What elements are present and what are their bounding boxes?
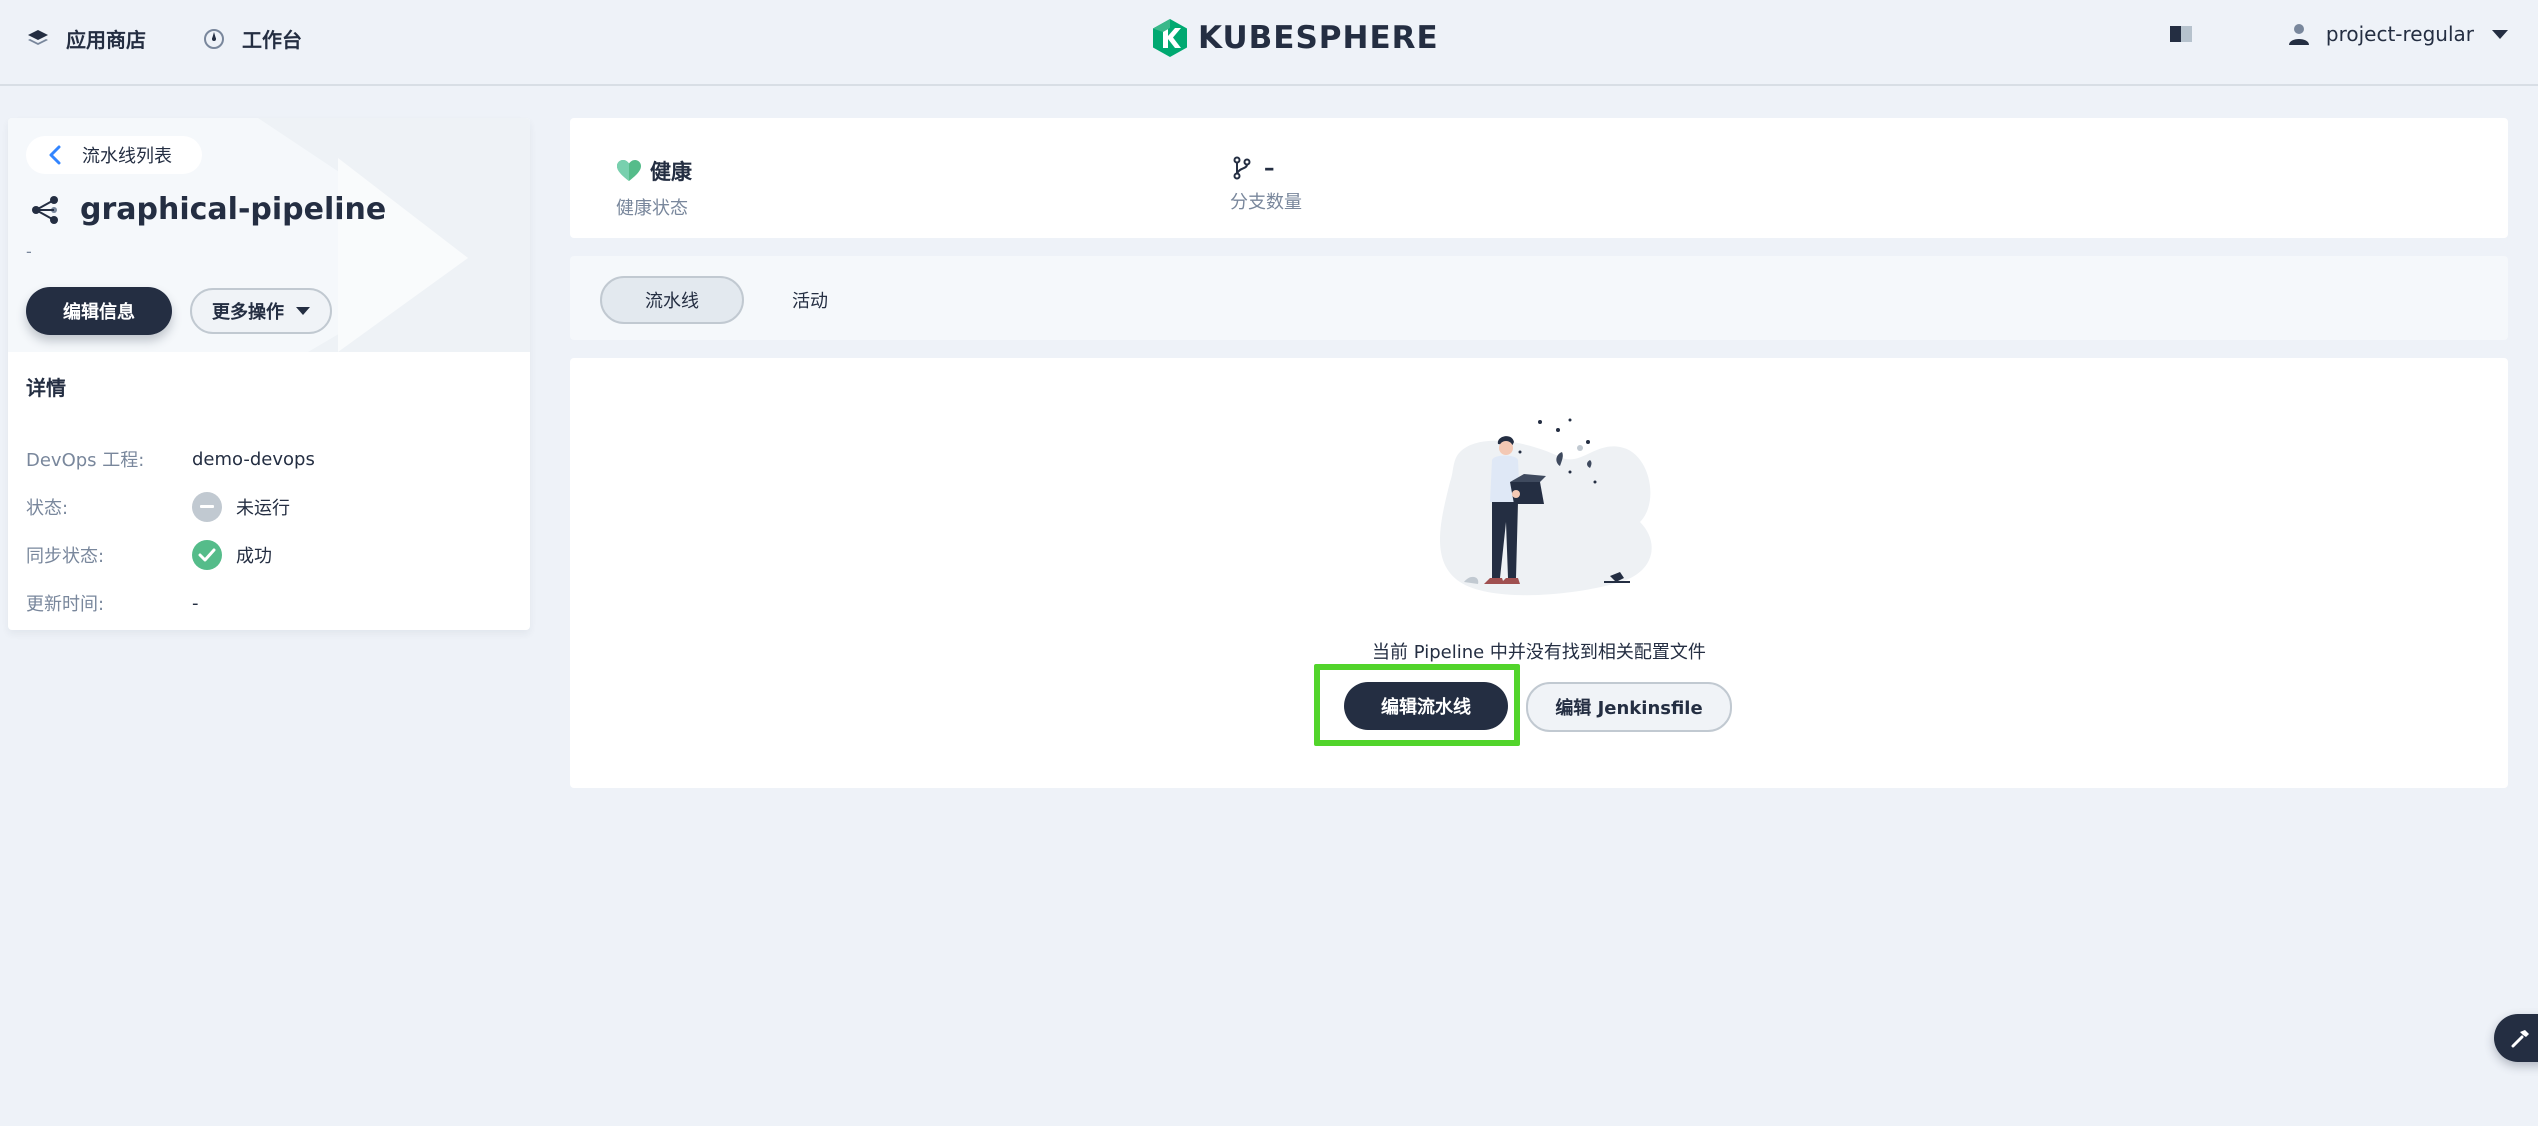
detail-row-sync-status: 同步状态: 成功 bbox=[26, 531, 315, 579]
detail-row-status: 状态: 未运行 bbox=[26, 483, 315, 531]
theme-toggle-icon[interactable] bbox=[2169, 26, 2192, 42]
health-value: 健康 bbox=[650, 160, 692, 184]
tab-activity[interactable]: 活动 bbox=[738, 276, 882, 324]
pipeline-title-row: graphical-pipeline bbox=[30, 192, 386, 227]
top-navbar: 应用商店 工作台 KUBESPHERE project-regular bbox=[0, 0, 2538, 86]
back-to-pipeline-list[interactable]: 流水线列表 bbox=[26, 136, 202, 174]
more-actions-button[interactable]: 更多操作 bbox=[190, 288, 332, 334]
tabs-bar: 流水线 活动 bbox=[570, 256, 2508, 340]
detail-key: 状态: bbox=[26, 498, 69, 519]
details-section: 详情 DevOps 工程: demo-devops 状态: 未运行 同步状态: … bbox=[26, 372, 315, 627]
detail-row-devops-project: DevOps 工程: demo-devops bbox=[26, 435, 315, 483]
pipeline-icon bbox=[32, 195, 58, 224]
empty-state-illustration bbox=[1440, 418, 1652, 596]
nav-right: project-regular bbox=[2169, 22, 2508, 46]
chevron-down-icon bbox=[2492, 29, 2508, 39]
details-heading: 详情 bbox=[26, 376, 66, 400]
dashboard-icon bbox=[204, 28, 224, 49]
app-store-link[interactable]: 应用商店 bbox=[26, 24, 146, 53]
layers-icon bbox=[28, 29, 48, 45]
workbench-label: 工作台 bbox=[242, 28, 302, 52]
edit-pipeline-button[interactable]: 编辑流水线 bbox=[1344, 682, 1508, 730]
pipeline-title: graphical-pipeline bbox=[80, 192, 387, 227]
summary-card: 健康 健康状态 – 分支数量 bbox=[570, 118, 2508, 238]
health-label: 健康状态 bbox=[616, 198, 688, 219]
panel-header: 流水线列表 graphical-pipeline - 编辑信息 更多操作 bbox=[8, 118, 530, 352]
edit-info-button[interactable]: 编辑信息 bbox=[26, 287, 172, 335]
detail-value: 成功 bbox=[236, 546, 272, 567]
tab-pipeline[interactable]: 流水线 bbox=[600, 276, 744, 324]
pipeline-content-card: 当前 Pipeline 中并没有找到相关配置文件 编辑流水线 编辑 Jenkin… bbox=[570, 358, 2508, 788]
back-link-label: 流水线列表 bbox=[82, 146, 172, 167]
detail-value-wrap: 成功 bbox=[192, 540, 272, 570]
health-summary: 健康 健康状态 bbox=[616, 156, 692, 220]
app-store-label: 应用商店 bbox=[66, 28, 146, 52]
detail-key: 更新时间: bbox=[26, 594, 105, 615]
minus-circle-icon bbox=[192, 492, 222, 522]
detail-value-wrap: 未运行 bbox=[192, 492, 290, 522]
user-icon bbox=[2288, 24, 2309, 45]
branch-count-label: 分支数量 bbox=[1230, 192, 1302, 213]
pipeline-description: - bbox=[26, 242, 32, 261]
kubesphere-logo[interactable]: KUBESPHERE bbox=[1150, 18, 1439, 58]
branch-summary: – 分支数量 bbox=[1230, 156, 1302, 214]
detail-key: DevOps 工程: bbox=[26, 450, 145, 471]
empty-state-message: 当前 Pipeline 中并没有找到相关配置文件 bbox=[1372, 642, 1706, 663]
branch-count-value: – bbox=[1264, 156, 1275, 180]
workbench-link[interactable]: 工作台 bbox=[202, 24, 302, 53]
heart-icon bbox=[617, 160, 641, 181]
detail-value: - bbox=[192, 592, 199, 614]
username: project-regular bbox=[2325, 22, 2474, 46]
detail-value: 未运行 bbox=[236, 498, 290, 519]
detail-row-updated-time: 更新时间: - bbox=[26, 579, 315, 627]
detail-value: demo-devops bbox=[192, 448, 315, 470]
pipeline-detail-panel: 流水线列表 graphical-pipeline - 编辑信息 更多操作 详情 … bbox=[8, 118, 530, 630]
toolbox-button[interactable] bbox=[2494, 1014, 2538, 1062]
branch-icon bbox=[1233, 156, 1251, 180]
brand-name: KUBESPHERE bbox=[1198, 20, 1439, 56]
more-actions-label: 更多操作 bbox=[212, 302, 284, 323]
chevron-left-icon bbox=[49, 145, 61, 165]
check-circle-icon bbox=[192, 540, 222, 570]
nav-left: 应用商店 工作台 bbox=[26, 24, 358, 53]
hammer-icon bbox=[2511, 1030, 2529, 1048]
caret-down-icon bbox=[296, 307, 310, 315]
edit-jenkinsfile-button[interactable]: 编辑 Jenkinsfile bbox=[1526, 682, 1732, 732]
user-menu[interactable]: project-regular bbox=[2288, 22, 2508, 46]
kubesphere-logo-icon bbox=[1153, 19, 1187, 57]
detail-key: 同步状态: bbox=[26, 546, 105, 567]
